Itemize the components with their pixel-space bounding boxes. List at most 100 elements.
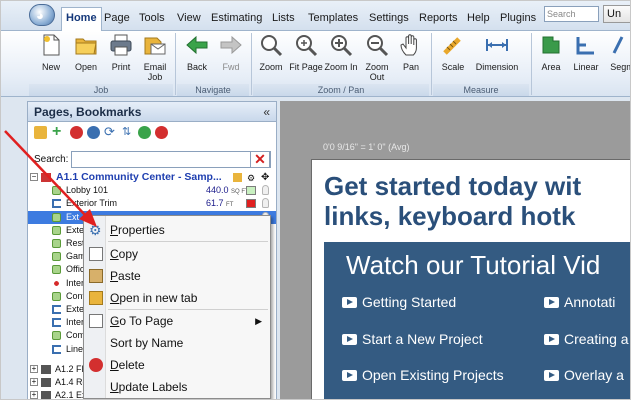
linear-takeoff-icon	[52, 305, 61, 314]
menu-separator	[108, 309, 268, 310]
link-overlay[interactable]: Overlay a	[544, 367, 624, 383]
tab-tools[interactable]: Tools	[139, 8, 165, 28]
app-window: ◕ Home Page Tools View Estimating Lists …	[0, 0, 631, 400]
fit-page-icon	[296, 35, 318, 57]
zoom-in-icon	[331, 35, 353, 57]
link-getting-started[interactable]: Getting Started	[342, 294, 456, 310]
menu-item-update-labels[interactable]: Update Labels	[84, 377, 270, 397]
group-divider	[431, 33, 432, 95]
tab-plugins[interactable]: Plugins	[500, 8, 536, 28]
refresh-icon[interactable]: ⟳	[104, 125, 117, 139]
expand-toggle-icon[interactable]: +	[30, 365, 38, 373]
move-icon[interactable]: ✥	[261, 171, 269, 184]
collapse-toggle-icon[interactable]: −	[30, 173, 38, 181]
tab-help[interactable]: Help	[467, 8, 490, 28]
menu-item-label: Update Labels	[110, 380, 188, 394]
tutorial-title: Watch our Tutorial Vid	[346, 250, 601, 280]
search-input[interactable]: Search	[544, 6, 599, 22]
menu-item-delete[interactable]: Delete	[84, 355, 270, 375]
clear-search-button[interactable]: ✕	[250, 151, 270, 168]
tab-home[interactable]: Home	[61, 7, 102, 31]
menu-item-properties[interactable]: ⚙ Properties	[84, 220, 270, 240]
link-open-existing[interactable]: Open Existing Projects	[342, 367, 504, 383]
tutorial-box: Watch our Tutorial Vid Getting Started A…	[324, 242, 630, 399]
folder-icon[interactable]	[34, 126, 47, 139]
area-takeoff-icon	[52, 213, 61, 222]
printer-icon	[110, 34, 132, 56]
segment-button[interactable]: Segm	[604, 33, 630, 72]
panel-search-input[interactable]	[71, 151, 271, 168]
bookmark-icon[interactable]	[233, 173, 242, 182]
link-annotations[interactable]: Annotati	[544, 294, 615, 310]
app-menu-button[interactable]: ◕	[29, 4, 55, 26]
settings-gear-icon[interactable]	[87, 126, 100, 139]
tab-view[interactable]: View	[177, 8, 201, 28]
paste-icon	[89, 269, 103, 283]
delete-icon[interactable]	[70, 126, 83, 139]
linear-takeoff-icon	[52, 345, 61, 354]
menu-item-paste[interactable]: Paste	[84, 266, 270, 286]
tree-page-node[interactable]: − A1.1 Community Center - Samp... ⚙ ✥	[28, 171, 276, 184]
tree-item[interactable]: Exterior Trim 61.7 FT	[28, 197, 276, 210]
menu-item-label: Copy	[110, 247, 139, 261]
fit-page-button[interactable]: Fit Page	[288, 33, 324, 72]
visibility-bulb-icon[interactable]	[262, 198, 269, 208]
zoom-out-button[interactable]: Zoom Out	[359, 33, 395, 82]
collapse-all-icon[interactable]	[155, 126, 168, 139]
expand-toggle-icon[interactable]: +	[30, 378, 38, 386]
pan-button[interactable]: Pan	[393, 33, 429, 72]
email-job-button[interactable]: Email Job	[137, 33, 173, 82]
undo-button[interactable]: Un	[603, 5, 630, 23]
pan-label: Pan	[402, 62, 419, 72]
zoom-in-button[interactable]: Zoom In	[323, 33, 359, 72]
group-divider	[531, 33, 532, 95]
sort-icon[interactable]: ⇅	[122, 126, 135, 139]
tree-item[interactable]: Lobby 101 440.0 SQ FT	[28, 184, 276, 197]
play-icon	[342, 370, 357, 381]
open-button[interactable]: Open	[68, 33, 104, 72]
area-button[interactable]: Area	[533, 33, 569, 72]
page-icon	[41, 378, 51, 387]
submenu-arrow-icon: ▶	[255, 316, 262, 326]
menu-item-go-to-page[interactable]: Go To Page ▶	[84, 311, 270, 331]
scale-label: Scale	[441, 62, 465, 72]
magnifier-icon	[261, 35, 283, 57]
color-swatch[interactable]	[246, 199, 256, 208]
menu-item-sort-by-name[interactable]: Sort by Name	[84, 333, 270, 353]
collapse-panel-button[interactable]: «	[263, 102, 270, 122]
tree-item-label: Ext	[66, 212, 80, 222]
tab-templates[interactable]: Templates	[308, 8, 358, 28]
expand-all-icon[interactable]	[138, 126, 151, 139]
color-swatch[interactable]	[246, 186, 256, 195]
add-icon[interactable]: +	[52, 124, 65, 140]
menu-item-copy[interactable]: Copy	[84, 244, 270, 264]
expand-toggle-icon[interactable]: +	[30, 391, 38, 399]
link-new-project[interactable]: Start a New Project	[342, 331, 483, 347]
play-icon	[544, 334, 559, 345]
scale-button[interactable]: Scale	[435, 33, 471, 72]
tab-settings[interactable]: Settings	[369, 8, 409, 28]
play-icon	[544, 370, 559, 381]
menu-item-label: Delete	[110, 358, 145, 372]
link-creating[interactable]: Creating a	[544, 331, 629, 347]
plan-page[interactable]: Get started today wit links, keyboard ho…	[311, 159, 630, 399]
back-button[interactable]: Back	[179, 33, 215, 72]
tab-lists[interactable]: Lists	[272, 8, 295, 28]
link-label: Overlay a	[564, 367, 624, 383]
open-folder-icon	[75, 38, 97, 55]
linear-button[interactable]: Linear	[568, 33, 604, 72]
menu-item-open-in-new-tab[interactable]: Open in new tab	[84, 288, 270, 308]
page-title: A2.1 Ex	[55, 390, 87, 400]
dimension-button[interactable]: Dimension	[473, 33, 521, 72]
visibility-bulb-icon[interactable]	[262, 185, 269, 195]
forward-button[interactable]: Fwd	[213, 33, 249, 72]
print-button[interactable]: Print	[103, 33, 139, 72]
tab-reports[interactable]: Reports	[419, 8, 458, 28]
segment-icon	[612, 36, 624, 54]
tab-page[interactable]: Page	[104, 8, 130, 28]
new-button[interactable]: New	[33, 33, 69, 72]
back-label: Back	[186, 62, 207, 72]
tab-estimating[interactable]: Estimating	[211, 8, 262, 28]
tree-item-label: Exterior Trim	[66, 198, 118, 208]
zoom-button[interactable]: Zoom	[253, 33, 289, 72]
